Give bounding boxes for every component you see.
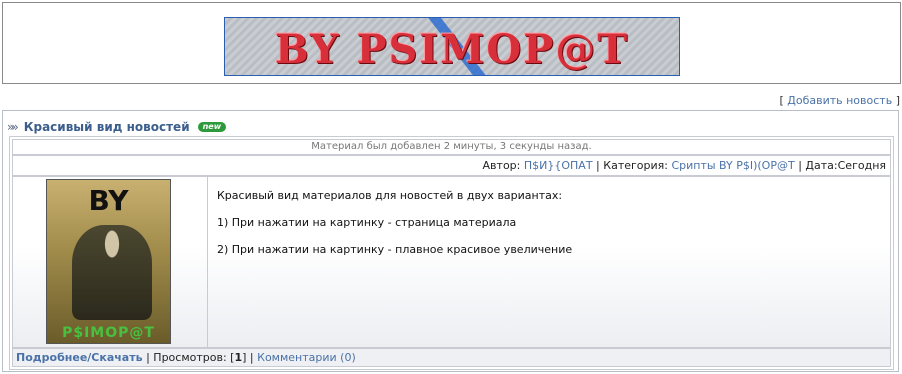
- category-label: Категория:: [603, 159, 668, 172]
- added-time-info: Материал был добавлен 2 минуты, 3 секунд…: [12, 139, 891, 155]
- header-banner-area: BY PSIMOP@T: [2, 2, 901, 84]
- news-paragraph: Красивый вид материалов для новостей в д…: [217, 189, 563, 202]
- meta-separator: |: [596, 159, 600, 172]
- footer-separator: |: [146, 351, 150, 364]
- poster-bottom-text: P$IMOP@T: [62, 325, 155, 341]
- add-news-container: [ Добавить новость ]: [779, 94, 900, 107]
- banner-text: BY PSIMOP@T: [274, 26, 630, 73]
- comments-link[interactable]: Комментарии (0): [257, 351, 356, 364]
- news-body: BY P$IMOP@T Красивый вид материалов для …: [12, 176, 891, 348]
- category-link[interactable]: Срипты BY P$I)(OP@T: [671, 159, 794, 172]
- news-paragraph: 1) При нажатии на картинку - страница ма…: [217, 216, 517, 229]
- news-header: »» Красивый вид новостей new: [7, 119, 227, 135]
- meta-separator: |: [798, 159, 802, 172]
- poster-figure: [72, 225, 152, 320]
- news-table: Материал был добавлен 2 минуты, 3 секунд…: [9, 136, 894, 370]
- image-cell: BY P$IMOP@T: [13, 177, 208, 347]
- news-text: Красивый вид материалов для новостей в д…: [217, 189, 882, 270]
- news-thumbnail-image[interactable]: BY P$IMOP@T: [46, 179, 171, 344]
- poster-top-text: BY: [88, 184, 129, 217]
- more-download-link[interactable]: Подробнее/Скачать: [16, 351, 143, 364]
- bracket-open: [: [779, 94, 784, 107]
- new-badge: new: [197, 122, 227, 132]
- author-link[interactable]: П$И}{ОПАТ: [524, 159, 593, 172]
- add-news-link[interactable]: Добавить новость: [787, 94, 892, 107]
- bracket-close: ]: [895, 94, 900, 107]
- site-logo-banner[interactable]: BY PSIMOP@T: [224, 17, 680, 76]
- double-chevron-right-icon: »»: [7, 120, 19, 134]
- date-label: Дата:: [805, 159, 838, 172]
- date-value: Сегодня: [837, 159, 886, 172]
- news-title-link[interactable]: Красивый вид новостей: [24, 120, 190, 134]
- news-paragraph: 2) При нажатии на картинку - плавное кра…: [217, 243, 573, 256]
- news-footer: Подробнее/Скачать | Просмотров: [1] | Ко…: [12, 348, 891, 367]
- views-count: 1: [234, 351, 243, 364]
- views-label: Просмотров:: [153, 351, 227, 364]
- footer-separator: |: [249, 351, 254, 364]
- news-meta-row: Автор: П$И}{ОПАТ | Категория: Срипты BY …: [12, 155, 891, 176]
- author-label: Автор:: [482, 159, 521, 172]
- news-entry: »» Красивый вид новостей new Материал бы…: [2, 110, 899, 372]
